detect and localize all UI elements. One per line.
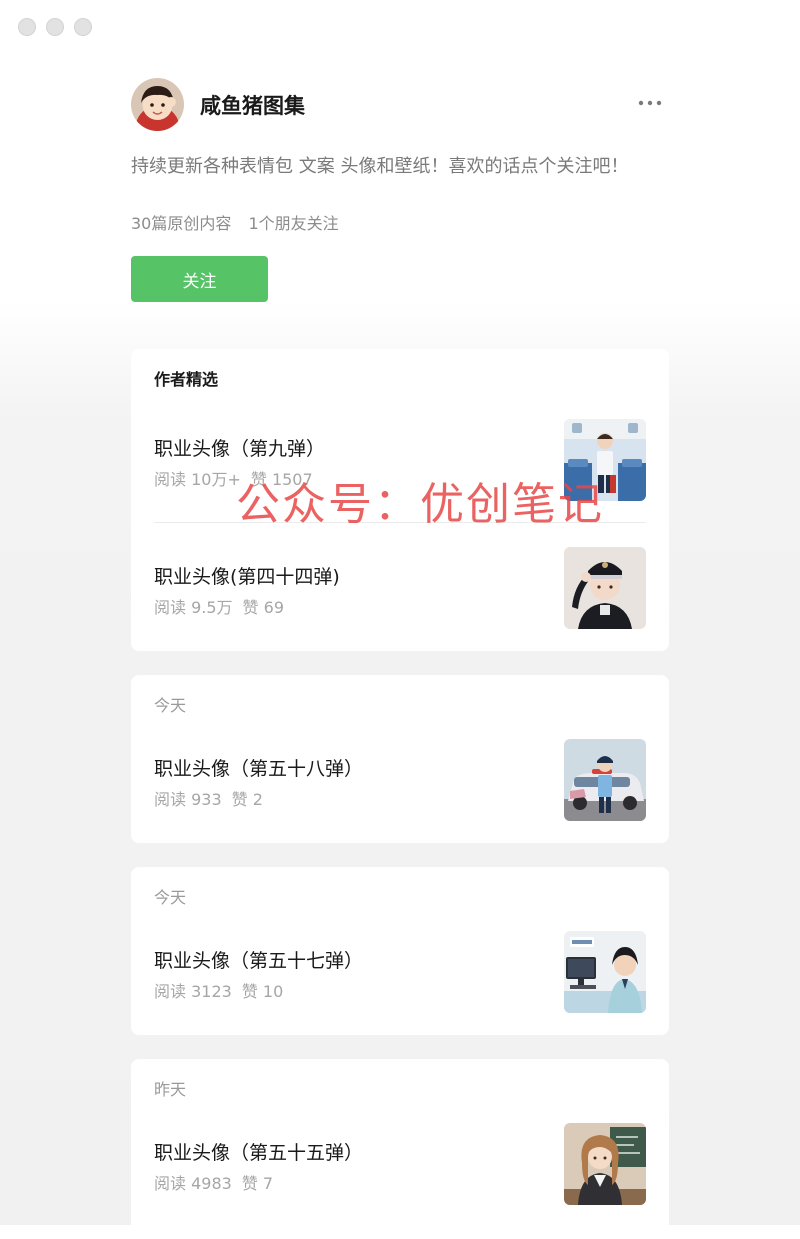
account-bio: 持续更新各种表情包 文案 头像和壁纸！喜欢的话点个关注吧！ [131, 156, 629, 177]
feed-date-label: 今天 [154, 696, 187, 715]
article-thumbnail [564, 931, 646, 1013]
feed-date-label: 昨天 [154, 1080, 187, 1099]
read-count: 阅读 4983 [154, 1174, 232, 1193]
divider [154, 522, 646, 523]
article-meta: 阅读 9.5万赞 69 [154, 594, 284, 618]
article-title: 职业头像（第五十八弹） [154, 758, 364, 780]
feed-day-card: 昨天 职业头像（第五十五弹） 阅读 4983 赞 7 [131, 1059, 669, 1239]
like-count: 赞 1507 [250, 470, 313, 489]
article-item[interactable]: 职业头像（第五十八弹） 阅读 933 赞 2 [131, 739, 669, 831]
article-meta: 阅读 10万+ 赞 1507 [154, 466, 313, 490]
article-title: 职业头像（第五十五弹） [154, 1142, 364, 1164]
read-count: 阅读 3123 [154, 982, 232, 1001]
read-count: 阅读 933 [154, 790, 222, 809]
article-item[interactable]: 职业头像(第四十四弹) 阅读 9.5万赞 69 [131, 547, 669, 639]
article-thumbnail [564, 547, 646, 629]
account-name: 咸鱼猪图集 [200, 94, 305, 118]
window-minimize-button[interactable] [46, 18, 64, 36]
read-count: 阅读 10万+ [154, 470, 241, 489]
original-articles-count: 30篇原创内容 [131, 214, 232, 233]
account-avatar[interactable] [131, 78, 184, 131]
article-item[interactable]: 职业头像（第九弹） 阅读 10万+ 赞 1507 [131, 419, 669, 511]
article-title: 职业头像（第五十七弹） [154, 950, 364, 972]
article-thumbnail [564, 739, 646, 821]
window-maximize-button[interactable] [74, 18, 92, 36]
more-dots-icon[interactable] [637, 93, 663, 113]
article-title: 职业头像（第九弹） [154, 438, 326, 460]
featured-articles-card: 作者精选 职业头像（第九弹） 阅读 10万+ 赞 1507 职业头像(第四十四弹… [131, 349, 669, 651]
like-count: 赞 2 [231, 790, 263, 809]
article-thumbnail [564, 1123, 646, 1205]
article-meta: 阅读 933 赞 2 [154, 786, 263, 810]
account-stats: 30篇原创内容 1个朋友关注 [131, 210, 339, 234]
article-title: 职业头像(第四十四弹) [154, 566, 340, 588]
featured-section-title: 作者精选 [154, 370, 219, 389]
follow-button[interactable]: 关注 [131, 256, 268, 302]
window-close-button[interactable] [18, 18, 36, 36]
article-item[interactable]: 职业头像（第五十五弹） 阅读 4983 赞 7 [131, 1123, 669, 1215]
article-meta: 阅读 3123 赞 10 [154, 978, 283, 1002]
article-meta: 阅读 4983 赞 7 [154, 1170, 273, 1194]
like-count: 赞 7 [241, 1174, 274, 1193]
friends-following-count: 1个朋友关注 [248, 214, 339, 233]
article-thumbnail [564, 419, 646, 501]
like-count: 赞 69 [242, 598, 284, 617]
window-controls [18, 18, 92, 36]
read-count: 阅读 9.5万 [154, 598, 233, 617]
like-count: 赞 10 [241, 982, 284, 1001]
feed-day-card: 今天 职业头像（第五十八弹） 阅读 933 赞 2 [131, 675, 669, 843]
article-item[interactable]: 职业头像（第五十七弹） 阅读 3123 赞 10 [131, 931, 669, 1023]
feed-day-card: 今天 职业头像（第五十七弹） 阅读 3123 赞 10 [131, 867, 669, 1035]
feed-date-label: 今天 [154, 888, 187, 907]
